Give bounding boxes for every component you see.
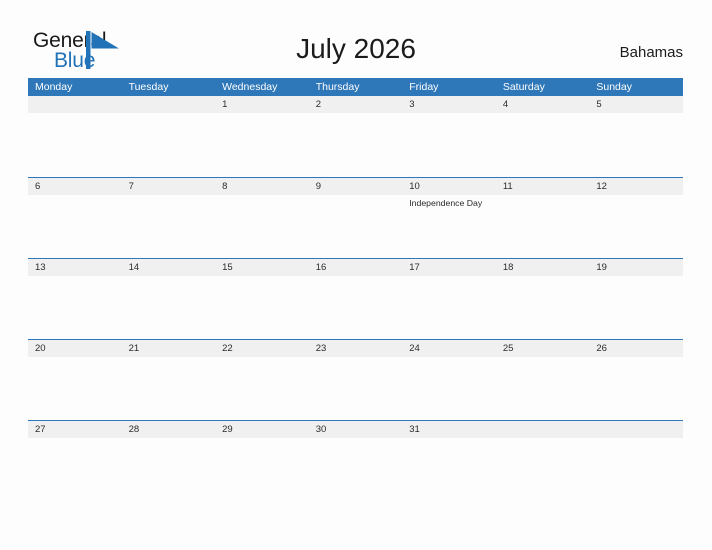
day-cell[interactable]: 28 bbox=[122, 421, 216, 500]
day-cell[interactable]: 18 bbox=[496, 259, 590, 338]
day-number: 14 bbox=[128, 262, 140, 273]
day-number: 30 bbox=[315, 424, 327, 435]
day-cell[interactable]: 1 bbox=[215, 96, 309, 175]
day-number: 26 bbox=[596, 343, 607, 354]
day-number: 15 bbox=[222, 262, 233, 273]
day-cell[interactable]: 19 bbox=[589, 259, 683, 338]
calendar-week-row: 13 14 15 16 17 18 19 bbox=[28, 258, 683, 339]
day-cell[interactable]: 29 bbox=[215, 421, 309, 500]
day-cell[interactable]: 20 bbox=[28, 340, 122, 419]
day-cell[interactable]: 17 bbox=[402, 259, 496, 338]
day-cell[interactable]: 26 bbox=[589, 340, 683, 419]
day-number: 6 bbox=[35, 181, 41, 192]
day-of-week-header-friday: Friday bbox=[409, 81, 439, 93]
day-number bbox=[503, 421, 590, 438]
day-number: 13 bbox=[35, 262, 46, 273]
day-cell[interactable]: 11 bbox=[496, 178, 590, 257]
day-cell[interactable]: 5 bbox=[589, 96, 683, 175]
day-number: 28 bbox=[128, 424, 140, 435]
day-cell[interactable]: 30 bbox=[309, 421, 403, 500]
holiday-label: Independence Day bbox=[409, 198, 483, 208]
calendar-weeks: 1 2 3 4 5 6 7 8 9 10 Independence Day 11 12 13 14 15 16 1… bbox=[28, 96, 683, 501]
calendar-week-row: 6 7 8 9 10 Independence Day 11 12 bbox=[28, 177, 683, 258]
day-number: 31 bbox=[409, 424, 420, 435]
country-label: Bahamas bbox=[619, 44, 683, 61]
week-cells: 6 7 8 9 10 Independence Day 11 12 bbox=[28, 178, 683, 257]
day-cell[interactable]: 6 bbox=[28, 178, 122, 257]
day-cell[interactable]: 4 bbox=[496, 96, 590, 175]
day-events: Independence Day bbox=[409, 195, 496, 209]
day-cell[interactable]: 27 bbox=[28, 421, 122, 500]
day-cell-empty bbox=[496, 421, 590, 500]
day-cell-empty bbox=[589, 421, 683, 500]
day-number: 18 bbox=[502, 262, 514, 273]
day-cell[interactable]: 21 bbox=[122, 340, 216, 419]
day-number bbox=[596, 421, 683, 438]
day-cell[interactable]: 22 bbox=[215, 340, 309, 419]
week-cells: 27 28 29 30 31 bbox=[28, 421, 683, 500]
day-number: 24 bbox=[409, 343, 420, 354]
day-number: 1 bbox=[222, 99, 228, 110]
day-cell[interactable]: 2 bbox=[309, 96, 403, 175]
day-number: 7 bbox=[128, 181, 134, 192]
day-cell[interactable]: 24 bbox=[402, 340, 496, 419]
calendar-page: General Blue July 2026 Bahamas Monday Tue… bbox=[0, 0, 712, 550]
day-cell-empty bbox=[122, 96, 216, 175]
day-cell[interactable]: 13 bbox=[28, 259, 122, 338]
day-number: 8 bbox=[222, 181, 228, 192]
week-cells: 13 14 15 16 17 18 19 bbox=[28, 259, 683, 338]
day-cell[interactable]: 25 bbox=[496, 340, 590, 419]
day-cell[interactable]: 7 bbox=[122, 178, 216, 257]
week-cells: 1 2 3 4 5 bbox=[28, 96, 683, 175]
day-of-week-header-monday: Monday bbox=[35, 81, 73, 93]
day-of-week-header-tuesday: Tuesday bbox=[128, 81, 169, 93]
day-number: 11 bbox=[502, 181, 513, 192]
day-cell[interactable]: 16 bbox=[309, 259, 403, 338]
day-number: 3 bbox=[409, 99, 415, 110]
calendar-week-row: 20 21 22 23 24 25 26 bbox=[28, 339, 683, 420]
day-number: 10 bbox=[409, 181, 420, 192]
day-cell[interactable]: 3 bbox=[402, 96, 496, 175]
day-of-week-header-row: Monday Tuesday Wednesday Thursday Friday Satu… bbox=[28, 78, 683, 96]
day-number: 5 bbox=[596, 99, 602, 110]
calendar-week-row: 27 28 29 30 31 bbox=[28, 420, 683, 501]
day-number: 23 bbox=[315, 343, 327, 354]
day-number: 20 bbox=[35, 343, 46, 354]
week-cells: 20 21 22 23 24 25 26 bbox=[28, 340, 683, 419]
day-cell[interactable]: 8 bbox=[215, 178, 309, 257]
day-number: 19 bbox=[596, 262, 607, 273]
day-number: 21 bbox=[128, 343, 140, 354]
page-title: July 2026 bbox=[296, 33, 416, 64]
calendar-week-row: 1 2 3 4 5 bbox=[28, 96, 683, 177]
day-cell[interactable]: 31 bbox=[402, 421, 496, 500]
day-number: 25 bbox=[502, 343, 514, 354]
day-of-week-header-thursday: Thursday bbox=[315, 81, 360, 93]
day-number: 9 bbox=[315, 181, 321, 192]
day-of-week-header-wednesday: Wednesday bbox=[222, 81, 278, 93]
day-cell[interactable]: 10 Independence Day bbox=[402, 178, 496, 257]
day-cell[interactable]: 15 bbox=[215, 259, 309, 338]
calendar-grid: Monday Tuesday Wednesday Thursday Friday Satu… bbox=[28, 78, 683, 501]
day-cell[interactable]: 14 bbox=[122, 259, 216, 338]
day-cell[interactable]: 12 bbox=[589, 178, 683, 257]
day-number: 2 bbox=[315, 99, 321, 110]
day-number bbox=[129, 96, 216, 113]
day-cell-empty bbox=[28, 96, 122, 175]
day-cell[interactable]: 23 bbox=[309, 340, 403, 419]
day-of-week-header-sunday: Sunday bbox=[596, 81, 632, 93]
day-number: 16 bbox=[315, 262, 327, 273]
day-number: 29 bbox=[222, 424, 233, 435]
day-number bbox=[35, 96, 122, 113]
day-number: 4 bbox=[502, 99, 509, 110]
day-number: 17 bbox=[409, 262, 420, 273]
day-cell[interactable]: 9 bbox=[309, 178, 403, 257]
day-number: 22 bbox=[222, 343, 233, 354]
page-header: General Blue July 2026 Bahamas bbox=[0, 0, 712, 78]
day-number: 12 bbox=[596, 181, 607, 192]
day-of-week-header-saturday: Saturday bbox=[502, 81, 545, 93]
day-number: 27 bbox=[35, 424, 46, 435]
